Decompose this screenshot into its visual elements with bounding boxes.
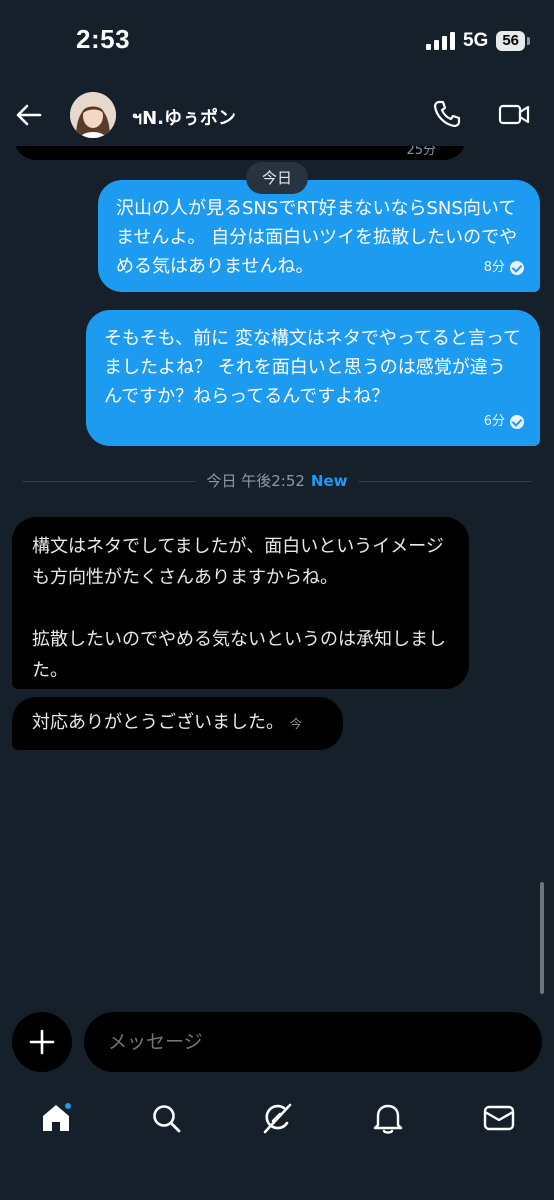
message-time: 8分 xyxy=(483,260,505,275)
message-time: 6分 xyxy=(483,414,505,429)
incoming-message[interactable]: 構文はネタでしてましたが、面白いというイメージも方向性がたくさんありますからね。… xyxy=(12,517,469,689)
read-check-icon xyxy=(510,260,524,275)
nav-grok[interactable] xyxy=(257,1098,297,1138)
back-button[interactable] xyxy=(14,100,44,130)
conversation-header: ฯN.ゆぅポン xyxy=(0,84,554,146)
message-input[interactable] xyxy=(84,1012,542,1072)
message-text: そもそも、前に 変な構文はネタでやってると言ってましたよね？ それを面白いと思う… xyxy=(104,328,522,407)
outgoing-message[interactable]: 沢山の人が見るSNSでRT好まないならSNS向いてませんよ。 自分は面白いツイを… xyxy=(98,180,540,292)
read-check-icon xyxy=(510,414,524,429)
nav-messages[interactable] xyxy=(479,1098,519,1138)
divider-timestamp: 今日 午後2:52 xyxy=(206,472,305,490)
nav-home[interactable] xyxy=(36,1098,76,1138)
signal-icon xyxy=(425,32,455,50)
arrow-left-icon xyxy=(16,104,42,126)
grok-icon xyxy=(263,1103,292,1134)
message-meta: 6分 xyxy=(484,407,524,436)
message-time: 今 xyxy=(290,717,303,731)
bottom-navigation xyxy=(0,1084,554,1154)
battery-level: 56 xyxy=(496,31,525,51)
status-time: 2:53 xyxy=(76,24,131,54)
add-attachment-button[interactable] xyxy=(12,1012,72,1072)
status-indicators: 5G 56 xyxy=(425,30,530,52)
avatar[interactable] xyxy=(70,92,116,138)
message-text: 沢山の人が見るSNSでRT好まないならSNS向いてませんよ。 自分は面白いツイを… xyxy=(116,198,518,277)
network-label: 5G xyxy=(462,30,489,51)
bell-icon xyxy=(373,1104,403,1134)
call-button[interactable] xyxy=(432,99,462,129)
divider-label: 今日 午後2:52 New xyxy=(0,470,554,491)
message-meta: 8分 xyxy=(484,253,524,282)
message-composer xyxy=(0,1012,554,1072)
message-text: 対応ありがとうございました。 xyxy=(32,712,284,733)
incoming-message[interactable]: 対応ありがとうございました。今 xyxy=(12,697,343,750)
new-tag: New xyxy=(310,472,348,490)
date-pill: 今日 xyxy=(246,162,308,194)
nav-notifications[interactable] xyxy=(368,1098,408,1138)
message-text: 構文はネタでしてましたが、面白いというイメージも方向性がたくさんありますからね。 xyxy=(32,536,444,588)
video-camera-icon xyxy=(498,104,530,125)
video-call-button[interactable] xyxy=(498,99,530,129)
nav-search[interactable] xyxy=(146,1098,186,1138)
battery-icon: 56 xyxy=(496,31,530,51)
contact-name[interactable]: ฯN.ゆぅポン xyxy=(132,103,236,132)
search-icon xyxy=(153,1105,181,1133)
status-bar: 2:53 5G 56 xyxy=(0,0,554,84)
scrollbar[interactable] xyxy=(540,882,544,994)
mail-icon xyxy=(483,1105,515,1131)
phone-icon xyxy=(433,100,461,128)
message-text: 拡散したいのでやめる気ないというのは承知しました。 xyxy=(32,629,446,681)
outgoing-message[interactable]: そもそも、前に 変な構文はネタでやってると言ってましたよね？ それを面白いと思う… xyxy=(86,310,540,446)
avatar-image xyxy=(70,92,116,138)
plus-icon xyxy=(29,1029,55,1055)
notification-dot xyxy=(63,1101,73,1111)
